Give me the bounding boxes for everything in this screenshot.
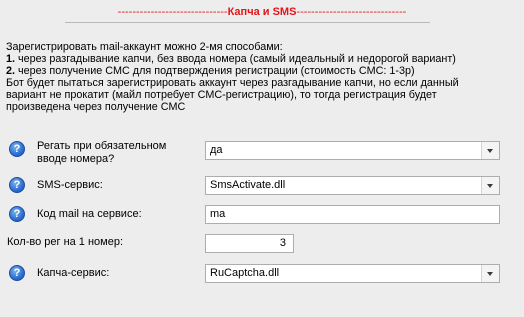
item-number: 1.: [6, 53, 16, 65]
chevron-down-icon[interactable]: [481, 142, 499, 159]
mail-code-input[interactable]: ma: [205, 205, 500, 224]
captcha-service-value: RuCaptcha.dll: [210, 267, 280, 279]
description-item-1: 1. через разгадывание капчи, без ввода н…: [6, 53, 518, 65]
mail-code-label: Код mail на сервисе:: [37, 208, 142, 220]
regs-per-number-value: 3: [279, 237, 286, 249]
require-phone-select[interactable]: да: [205, 141, 500, 160]
description-block: Зарегистрировать mail-аккаунт можно 2-мя…: [6, 41, 518, 113]
label-line: вводе номера?: [37, 153, 115, 165]
item-text: через разгадывание капчи, без ввода номе…: [15, 53, 456, 65]
captcha-service-select[interactable]: RuCaptcha.dll: [205, 264, 500, 283]
item-text: через получение СМС для подтверждения ре…: [15, 65, 415, 77]
chevron-down-icon[interactable]: [481, 265, 499, 282]
section-title: ------------------------------Капча и SM…: [0, 6, 524, 18]
sms-service-label: SMS-сервис:: [37, 179, 103, 191]
help-icon[interactable]: ?: [9, 177, 25, 193]
title-dashes-right: ------------------------------: [296, 6, 407, 18]
section-title-text: Капча и SMS: [227, 6, 297, 18]
description-line: вариант не прокатит (майл потребует СМС-…: [6, 89, 437, 101]
description-item-2: 2. через получение СМС для подтверждения…: [6, 65, 518, 77]
sms-service-value: SmsActivate.dll: [210, 179, 286, 191]
item-number: 2.: [6, 65, 16, 77]
sms-service-select[interactable]: SmsActivate.dll: [205, 176, 500, 195]
require-phone-value: да: [210, 144, 223, 156]
captcha-service-label: Капча-сервис:: [37, 267, 110, 279]
description-line: Зарегистрировать mail-аккаунт можно 2-мя…: [6, 41, 283, 53]
description-line: произведена через получение СМС: [6, 101, 186, 113]
mail-code-value: ma: [210, 208, 226, 220]
title-dashes-left: ------------------------------: [117, 6, 228, 18]
chevron-down-icon[interactable]: [481, 177, 499, 194]
title-divider: [65, 22, 430, 23]
regs-per-number-label: Кол-во рег на 1 номер:: [7, 236, 124, 248]
require-phone-label: Регать при обязательном вводе номера?: [37, 140, 166, 166]
help-icon[interactable]: ?: [9, 265, 25, 281]
help-icon[interactable]: ?: [9, 141, 25, 157]
help-icon[interactable]: ?: [9, 206, 25, 222]
description-line: Бот будет пытаться зарегистрировать акка…: [6, 77, 459, 89]
label-line: Регать при обязательном: [37, 140, 167, 152]
regs-per-number-input[interactable]: 3: [205, 234, 294, 253]
